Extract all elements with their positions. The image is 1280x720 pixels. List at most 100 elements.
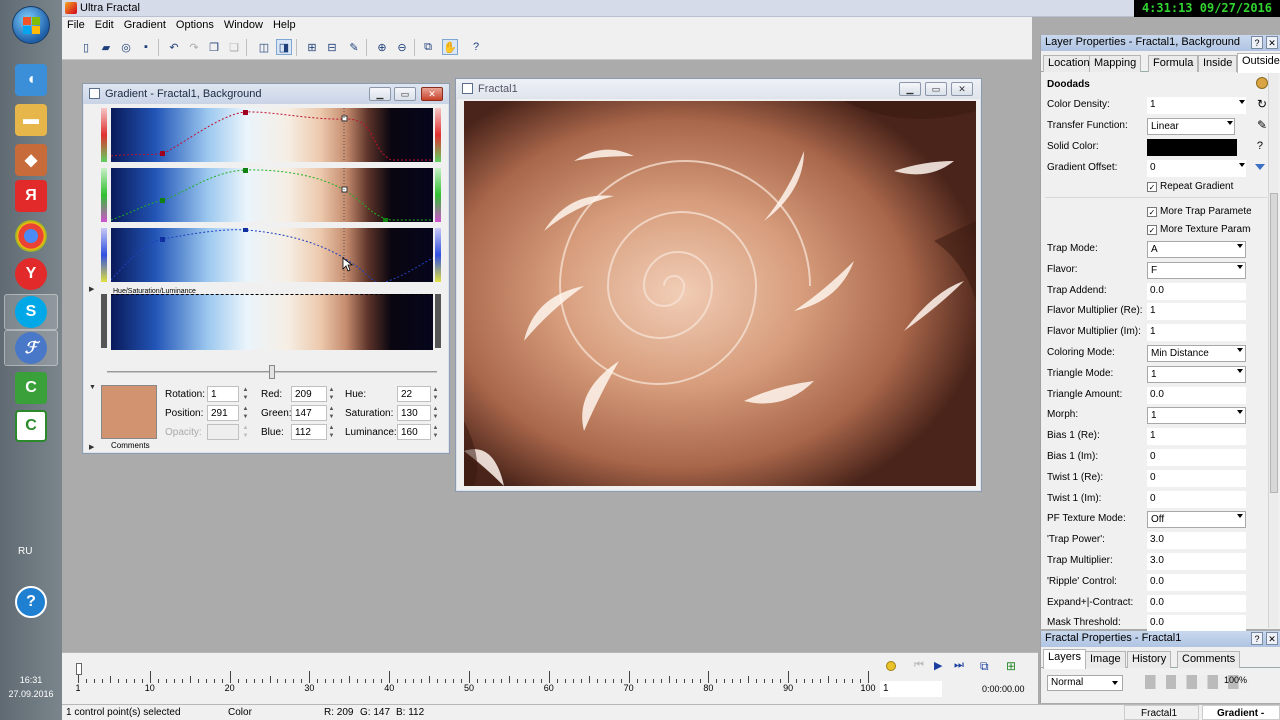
window-tab-gradient[interactable]: Gradient - Fr... <box>1202 705 1280 720</box>
param-field[interactable]: 0 <box>1147 469 1246 487</box>
luminance-spinner[interactable]: ▲ ▼ <box>431 424 440 440</box>
luminance-field[interactable]: 160 <box>397 424 431 440</box>
menu-options[interactable]: Options <box>171 17 219 33</box>
more-texture-checkbox[interactable]: ✓More Texture Parameters <box>1147 224 1251 235</box>
param-field[interactable]: 3.0 <box>1147 532 1246 550</box>
skype-icon[interactable]: S <box>15 296 47 328</box>
hand-tool-icon[interactable]: ✋ <box>442 39 458 55</box>
red-spinner[interactable]: ▲ ▼ <box>327 386 336 402</box>
ultrafractal-taskbar-icon[interactable]: ℱ <box>15 332 47 364</box>
control-point[interactable] <box>243 228 248 232</box>
new-file-icon[interactable]: ▯ <box>78 39 94 55</box>
saturation-field[interactable]: 130 <box>397 405 431 421</box>
control-point[interactable] <box>383 218 388 222</box>
folder-icon[interactable]: ▬ <box>15 104 47 136</box>
expand-triangle-icon[interactable] <box>1255 164 1265 170</box>
timeline-ruler[interactable]: 1 10 20 30 40 50 60 70 80 90 100 <box>75 665 876 693</box>
chevron-down-icon[interactable] <box>1237 244 1243 248</box>
position-spinner[interactable]: ▲ ▼ <box>241 405 250 421</box>
param-field[interactable]: 0.0 <box>1147 386 1246 404</box>
param-select[interactable]: Min Distance <box>1147 345 1246 362</box>
animation-settings-icon[interactable]: ⊞ <box>1006 659 1016 673</box>
tab-formula[interactable]: Formula <box>1148 55 1199 72</box>
expand-arrow-icon[interactable]: ▶ <box>89 443 94 451</box>
control-point[interactable] <box>243 110 248 115</box>
media-app-icon[interactable]: ◆ <box>15 144 47 176</box>
minimize-button[interactable]: ▁ <box>899 82 921 96</box>
speaker-app-icon[interactable]: ◖ <box>15 64 47 96</box>
close-icon[interactable]: ✕ <box>1266 632 1278 645</box>
play-icon[interactable]: ▶ <box>934 659 942 672</box>
tray-date[interactable]: 27.09.2016 <box>0 689 62 699</box>
expand-arrow-icon[interactable]: ▼ <box>89 384 96 391</box>
redo-icon[interactable]: ↷ <box>186 39 202 55</box>
next-frame-icon[interactable]: ⏭ <box>954 659 964 672</box>
tab-image[interactable]: Image <box>1085 651 1126 668</box>
saturation-spinner[interactable]: ▲ ▼ <box>431 405 440 421</box>
yandex-icon[interactable]: Y <box>15 258 47 290</box>
param-field[interactable]: 1 <box>1147 324 1246 342</box>
param-field[interactable]: 0 <box>1147 449 1246 466</box>
more-trap-checkbox[interactable]: ✓ More Trap Parameters <box>1147 206 1251 217</box>
help-icon[interactable]: ? <box>468 39 484 55</box>
control-point[interactable] <box>160 151 165 156</box>
repeat-gradient-checkbox[interactable]: ✓ Repeat Gradient <box>1147 181 1233 192</box>
param-select[interactable]: 1 <box>1147 407 1246 425</box>
camtasia-recorder-icon[interactable]: C <box>15 410 47 442</box>
tray-time[interactable]: 16:31 <box>0 675 62 685</box>
scrollbar-thumb[interactable] <box>1270 193 1278 493</box>
formula-browser-icon[interactable] <box>1256 77 1268 89</box>
blue-curve-editor[interactable] <box>111 228 433 282</box>
chevron-down-icon[interactable] <box>1237 368 1243 373</box>
minimize-button[interactable]: ▁ <box>369 87 391 101</box>
chevron-down-icon[interactable] <box>1237 410 1243 415</box>
green-spinner[interactable]: ▲ ▼ <box>327 405 336 421</box>
menu-window[interactable]: Window <box>219 17 268 33</box>
control-point[interactable] <box>243 168 248 173</box>
tab-location[interactable]: Location <box>1043 55 1095 72</box>
preview-window-icon[interactable]: ◫ <box>256 39 272 55</box>
blue-field[interactable]: 112 <box>291 424 327 440</box>
red-curve-editor[interactable] <box>111 108 433 162</box>
tab-layers[interactable]: Layers <box>1043 649 1087 669</box>
param-select[interactable]: 1 <box>1147 365 1246 383</box>
chevron-down-icon[interactable] <box>1237 264 1243 269</box>
start-button[interactable] <box>12 6 50 44</box>
tab-outside[interactable]: Outside <box>1237 53 1280 73</box>
save-icon[interactable]: ▪ <box>138 39 154 55</box>
red-field[interactable]: 209 <box>291 386 327 402</box>
previous-frame-icon[interactable]: ⏮ <box>914 659 924 672</box>
gradient-window-titlebar[interactable]: Gradient - Fractal1, Background ▁ ▭ ✕ <box>83 84 449 104</box>
zoom-out-icon[interactable]: ⊖ <box>394 39 410 55</box>
switch-mode-icon[interactable]: ⧉ <box>420 39 436 55</box>
timeline-marker[interactable] <box>76 663 82 675</box>
gradient-preview[interactable] <box>111 294 433 350</box>
expand-arrow-icon[interactable]: ▶ <box>89 285 94 293</box>
paste-icon[interactable]: ❏ <box>226 39 242 55</box>
position-field[interactable]: 291 <box>207 405 239 421</box>
select-tool-icon[interactable]: ⊞ <box>304 39 320 55</box>
open-folder-icon[interactable]: ▰ <box>98 39 114 55</box>
close-button[interactable]: ✕ <box>421 87 443 101</box>
color-density-field[interactable]: 1 <box>1147 97 1246 114</box>
window-tab-fractal1[interactable]: Fractal1 <box>1124 705 1199 720</box>
param-field[interactable]: 1 <box>1147 428 1246 446</box>
layers-tool-icon[interactable]: ⊟ <box>324 39 340 55</box>
chevron-down-icon[interactable] <box>1239 100 1245 104</box>
slider-thumb[interactable] <box>269 365 275 379</box>
param-field[interactable]: 3.0 <box>1147 553 1246 570</box>
green-curve-editor[interactable] <box>111 168 433 222</box>
tab-mapping[interactable]: Mapping <box>1089 55 1142 72</box>
keyframe-icon[interactable] <box>886 661 896 671</box>
transfer-function-select[interactable]: Linear <box>1147 118 1235 135</box>
rotation-field[interactable]: 1 <box>207 386 239 402</box>
copy-icon[interactable]: ❐ <box>206 39 222 55</box>
param-select[interactable]: Off <box>1147 511 1246 529</box>
hue-spinner[interactable]: ▲ ▼ <box>431 386 440 402</box>
menu-gradient[interactable]: Gradient <box>119 17 171 33</box>
frame-field[interactable]: 1 <box>880 681 942 697</box>
maximize-button[interactable]: ▭ <box>394 87 416 101</box>
help-icon[interactable]: ? <box>1251 632 1263 645</box>
help-icon[interactable]: ? <box>1251 36 1263 49</box>
control-point[interactable] <box>160 198 165 203</box>
